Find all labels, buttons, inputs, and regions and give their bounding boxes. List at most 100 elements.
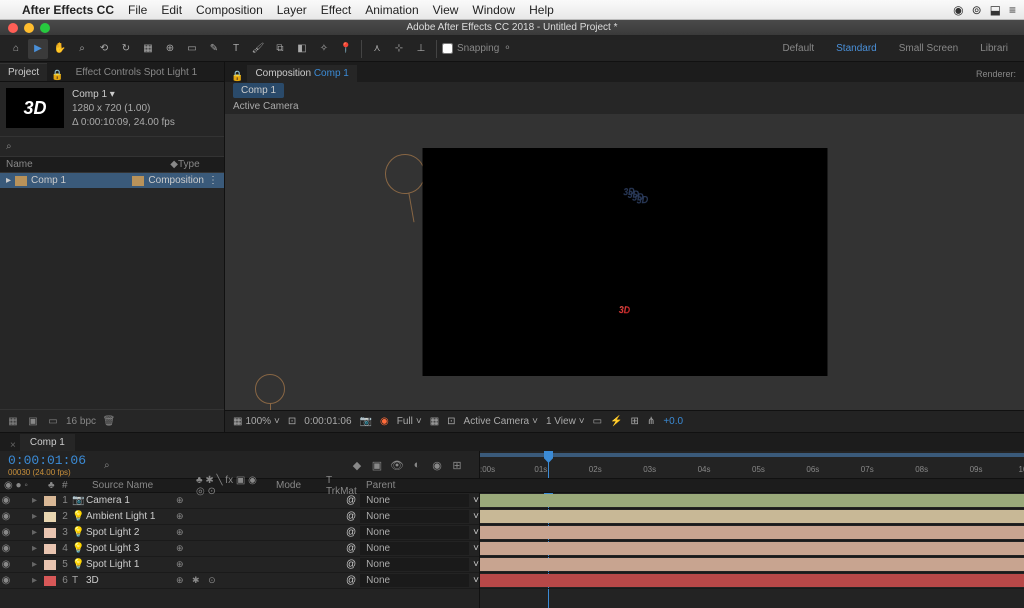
layer-color[interactable] (44, 512, 56, 522)
pan-behind-tool[interactable]: ⊕ (160, 39, 180, 59)
menu-animation[interactable]: Animation (365, 3, 418, 17)
project-tab[interactable]: Project (0, 63, 47, 81)
layer-switches[interactable]: ⊕ (176, 559, 256, 570)
layer-color[interactable] (44, 560, 56, 570)
col-name[interactable]: Name (6, 159, 170, 170)
timeline-icon[interactable]: ⊞ (631, 416, 639, 427)
snapping-toggle[interactable]: Snapping ⚬ (442, 43, 512, 54)
col-parent[interactable]: Parent (362, 480, 399, 491)
graph-editor-icon[interactable]: ⊞ (449, 457, 465, 473)
snapshot-icon[interactable]: 📷 (360, 416, 372, 427)
pickwhip-icon[interactable]: @ (346, 511, 356, 522)
axis-view-icon[interactable]: ⊥ (411, 39, 431, 59)
timeline-tab[interactable]: Comp 1 (20, 434, 75, 451)
mask-tool[interactable]: ▭ (182, 39, 202, 59)
camera-tool[interactable]: ▦ (138, 39, 158, 59)
project-item-comp1[interactable]: ▸ Comp 1 Composition ⋮ (0, 173, 224, 188)
twirl-icon[interactable]: ▸ (32, 575, 42, 586)
draft-3d-icon[interactable]: ▣ (369, 457, 385, 473)
layer-duration-bar[interactable] (480, 557, 1024, 573)
pixel-aspect-icon[interactable]: ▭ (593, 416, 602, 427)
layer-row[interactable]: ◉ ▸ 4 💡 Spot Light 3 ⊕ @None˅ (0, 541, 479, 557)
layer-row[interactable]: ◉ ▸ 2 💡 Ambient Light 1 ⊕ @None˅ (0, 509, 479, 525)
col-type[interactable]: Type (178, 159, 218, 170)
puppet-tool[interactable]: 📍 (336, 39, 356, 59)
window-minimize-button[interactable] (24, 23, 34, 33)
light-gizmo-2[interactable] (255, 374, 285, 404)
workspace-small-screen[interactable]: Small Screen (889, 39, 968, 58)
comp-thumbnail[interactable]: 3D (6, 88, 64, 128)
channel-icon[interactable]: ◉ (380, 416, 389, 427)
shy-icon[interactable]: 👁 (389, 457, 405, 473)
layer-duration-bar[interactable] (480, 573, 1024, 589)
composition-tab[interactable]: Composition Comp 1 (247, 65, 356, 82)
menu-edit[interactable]: Edit (161, 3, 182, 17)
viewport[interactable]: 3D 3D 3D 3D 3D (225, 114, 1024, 410)
snapping-checkbox[interactable] (442, 43, 453, 54)
mask-toggle-icon[interactable]: ⊡ (447, 416, 455, 427)
layer-name[interactable]: Spot Light 2 (86, 527, 176, 538)
project-search[interactable]: ⌕ (0, 136, 224, 156)
visibility-toggle[interactable]: ◉ (0, 495, 12, 506)
resolution-icon[interactable]: ⊡ (288, 416, 296, 427)
menu-view[interactable]: View (433, 3, 459, 17)
flowchart-icon[interactable]: ⋮ (208, 175, 218, 186)
layer-row[interactable]: ◉ ▸ 5 💡 Spot Light 1 ⊕ @None˅ (0, 557, 479, 573)
pickwhip-icon[interactable]: @ (346, 543, 356, 554)
layer-name[interactable]: Spot Light 1 (86, 559, 176, 570)
pen-tool[interactable]: ✎ (204, 39, 224, 59)
layer-switches[interactable]: ⊕ (176, 495, 256, 506)
window-maximize-button[interactable] (40, 23, 50, 33)
layer-switches[interactable]: ⊕ (176, 527, 256, 538)
dropbox-icon[interactable]: ⬓ (990, 3, 1001, 17)
menu-window[interactable]: Window (472, 3, 515, 17)
flowchart-icon[interactable]: ⋔ (647, 416, 655, 427)
visibility-toggle[interactable]: ◉ (0, 575, 12, 586)
parent-dropdown[interactable]: None (360, 574, 469, 587)
time-ruler[interactable]: :00s 01s 02s 03s 04s 05s 06s 07s 08s 09s… (480, 451, 1024, 479)
col-source-name[interactable]: Source Name (88, 480, 192, 491)
home-button[interactable]: ⌂ (6, 39, 26, 59)
hand-tool[interactable]: ✋ (50, 39, 70, 59)
roto-tool[interactable]: ✧ (314, 39, 334, 59)
fast-preview-icon[interactable]: ⚡ (610, 416, 622, 427)
workspace-standard[interactable]: Standard (826, 39, 887, 58)
col-tag[interactable]: ◆ (170, 159, 178, 170)
cloud-icon[interactable]: ⊚ (972, 3, 982, 17)
pickwhip-icon[interactable]: @ (346, 527, 356, 538)
new-folder-icon[interactable]: ▭ (46, 414, 60, 428)
new-comp-icon[interactable]: ▣ (26, 414, 40, 428)
twirl-icon[interactable]: ▸ (32, 511, 42, 522)
visibility-toggle[interactable]: ◉ (0, 511, 12, 522)
menu-composition[interactable]: Composition (196, 3, 263, 17)
motion-blur-icon[interactable]: ◉ (429, 457, 445, 473)
layer-switches[interactable]: ⊕ (176, 511, 256, 522)
orbit-tool[interactable]: ⟲ (94, 39, 114, 59)
visibility-toggle[interactable]: ◉ (0, 559, 12, 570)
current-timecode[interactable]: 0:00:01:06 (8, 453, 86, 468)
layer-switches[interactable]: ⊕ ✱ ⊙ (176, 575, 256, 586)
playhead[interactable] (548, 451, 549, 478)
work-area-bar[interactable] (480, 453, 1024, 457)
layer-color[interactable] (44, 496, 56, 506)
interpret-footage-icon[interactable]: ▦ (6, 414, 20, 428)
visibility-toggle[interactable]: ◉ (0, 527, 12, 538)
layer-color[interactable] (44, 544, 56, 554)
pickwhip-icon[interactable]: @ (346, 559, 356, 570)
layer-color[interactable] (44, 528, 56, 538)
snapping-options-icon[interactable]: ⚬ (503, 43, 511, 54)
camera-dropdown[interactable]: Active Camera ˅ (464, 416, 538, 427)
view-layout-dropdown[interactable]: 1 View ˅ (546, 416, 585, 427)
3d-text-layer[interactable]: 3D 3D 3D 3D 3D (619, 184, 630, 347)
layer-name[interactable]: Ambient Light 1 (86, 511, 176, 522)
timeline-search[interactable]: ⌕ (96, 460, 110, 471)
visibility-toggle[interactable]: ◉ (0, 543, 12, 554)
menu-effect[interactable]: Effect (321, 3, 351, 17)
delete-icon[interactable]: 🗑 (102, 414, 116, 428)
parent-dropdown[interactable]: None (360, 510, 469, 523)
layer-name[interactable]: Spot Light 3 (86, 543, 176, 554)
parent-dropdown[interactable]: None (360, 542, 469, 555)
magnification[interactable]: ▦ 100% ˅ (233, 416, 280, 427)
workspace-libraries[interactable]: Librari (970, 39, 1018, 58)
layer-row[interactable]: ◉ ▸ 3 💡 Spot Light 2 ⊕ @None˅ (0, 525, 479, 541)
